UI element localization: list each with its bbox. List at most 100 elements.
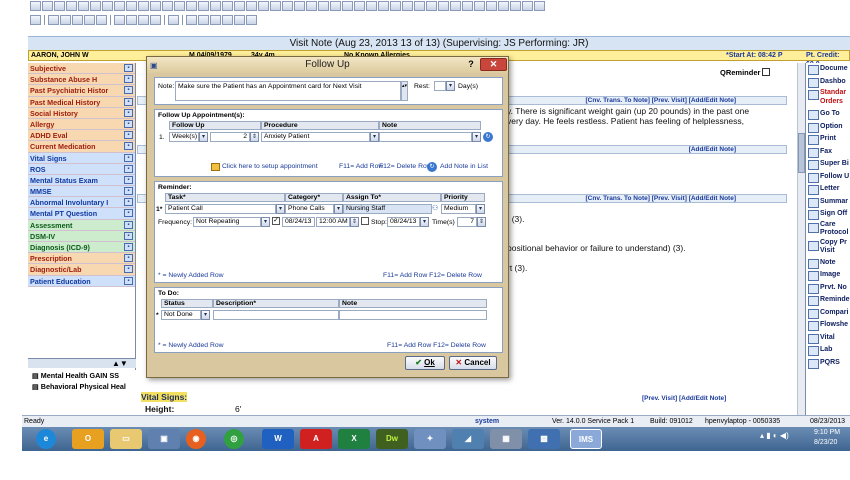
action-pqrs[interactable]: PQRS: [806, 357, 850, 370]
scrollbar-thumb[interactable]: [798, 133, 805, 173]
refresh-icon[interactable]: ↻: [483, 132, 493, 142]
chevron-up-icon[interactable]: ▲▼: [112, 359, 128, 368]
toolbar-icon[interactable]: [234, 1, 245, 11]
sidebar-item-diagnostic-lab[interactable]: Diagnostic/Lab ▪: [28, 264, 135, 276]
toolbar-icon[interactable]: [162, 1, 173, 11]
sidebar-item-patient-education[interactable]: Patient Education ▪: [28, 275, 135, 287]
toolbar-icon[interactable]: [306, 1, 317, 11]
action-lab[interactable]: Lab: [806, 344, 850, 357]
time-spinner[interactable]: ⇕: [350, 217, 359, 227]
calendar-icon[interactable]: [211, 163, 220, 171]
sidebar-item-past-psychiatric[interactable]: Past Psychiatric Histor ▪: [28, 85, 135, 97]
note-textarea[interactable]: Make sure the Patient has an Appointment…: [175, 81, 401, 101]
action-reminder[interactable]: Reminde: [806, 294, 850, 307]
assign-to-input[interactable]: Nursing Staff: [343, 204, 432, 214]
toolbar-icon[interactable]: [174, 1, 185, 11]
toolbar-icon[interactable]: [72, 15, 83, 25]
toolbar-icon[interactable]: [126, 1, 137, 11]
action-vital[interactable]: Vital: [806, 332, 850, 345]
edit-icon[interactable]: ▪: [124, 231, 133, 240]
toolbar-icon[interactable]: [84, 15, 95, 25]
sidebar-item-mental-status[interactable]: Mental Status Exam ▪: [28, 174, 135, 187]
edit-icon[interactable]: ▪: [124, 64, 133, 72]
action-comparison[interactable]: Compari: [806, 307, 850, 320]
sidebar-item-abnormal-involuntary[interactable]: Abnormal Involuntary I ▪: [28, 197, 135, 209]
chevron-down-icon[interactable]: ▾: [476, 204, 485, 214]
todo-row-keys[interactable]: F11= Add Row F12= Delete Row: [387, 342, 486, 349]
sidebar-item-mental-pt-question[interactable]: Mental PT Question ▪: [28, 208, 135, 220]
calculator-icon[interactable]: ▦: [490, 429, 522, 449]
app-icon[interactable]: ▣: [148, 429, 180, 449]
toolbar-icon[interactable]: [426, 1, 437, 11]
reminder-time-input[interactable]: 12:00 AM: [316, 217, 350, 227]
toolbar-icon[interactable]: [330, 1, 341, 11]
word-icon[interactable]: W: [262, 429, 294, 449]
toolbar-icon[interactable]: [222, 15, 233, 25]
edit-icon[interactable]: ▪: [124, 265, 133, 274]
dreamweaver-icon[interactable]: Dw: [376, 429, 408, 449]
tray-icons[interactable]: ▴ ▮ ◐ ◀): [760, 431, 789, 440]
action-go-to[interactable]: Go To: [806, 108, 850, 121]
action-private-note[interactable]: Prvt. No: [806, 282, 850, 295]
toolbar-icon[interactable]: [282, 1, 293, 11]
setup-appointment-link[interactable]: Click here to setup appointment: [222, 163, 318, 170]
edit-icon[interactable]: ▪: [124, 254, 133, 263]
network-icon[interactable]: ▩: [528, 429, 560, 449]
sidebar-item-mmse[interactable]: MMSE ▪: [28, 186, 135, 198]
sidebar-item-dsm-iv[interactable]: DSM-IV ▪: [28, 230, 135, 242]
action-flowsheet[interactable]: Flowshe: [806, 319, 850, 332]
toolbar-icon[interactable]: [438, 1, 449, 11]
toolbar-icon[interactable]: [402, 1, 413, 11]
reminder-date-input[interactable]: 08/24/13: [282, 217, 315, 227]
sidebar-item-subjective[interactable]: Subjective ▪: [28, 63, 135, 75]
category-select[interactable]: Phone Calls: [285, 204, 334, 214]
excel-icon[interactable]: X: [338, 429, 370, 449]
action-summary[interactable]: Summar: [806, 196, 850, 209]
action-copy-prev-visit[interactable]: Copy Pr Visit: [806, 239, 850, 257]
toolbar-icon[interactable]: [102, 1, 113, 11]
edit-icon[interactable]: ▪: [124, 198, 133, 207]
date-checkbox[interactable]: ✓: [272, 217, 280, 225]
toolbar-icon[interactable]: [246, 1, 257, 11]
toolbar-icon[interactable]: [258, 1, 269, 11]
action-letter[interactable]: Letter: [806, 183, 850, 196]
clock-date[interactable]: 8/23/20: [814, 439, 837, 446]
refresh-icon[interactable]: [168, 15, 179, 25]
action-documents[interactable]: Docume: [806, 63, 850, 76]
edit-icon[interactable]: ▪: [124, 209, 133, 218]
chrome-icon[interactable]: ◎: [224, 429, 244, 449]
reminder-row-keys[interactable]: F11= Add Row F12= Delete Row: [383, 272, 482, 279]
edit-icon[interactable]: ▪: [124, 131, 133, 140]
edit-icon[interactable]: ▪: [124, 276, 133, 285]
f12-delete-row[interactable]: F12= Delete Row: [379, 163, 432, 170]
toolbar-icon[interactable]: [90, 1, 101, 11]
explorer-icon[interactable]: ▭: [110, 429, 142, 449]
toolbar-icon[interactable]: [378, 1, 389, 11]
sidebar-item-social-history[interactable]: Social History ▪: [28, 107, 135, 119]
edit-icon[interactable]: ▪: [124, 75, 133, 84]
chevron-down-icon[interactable]: ▾: [370, 132, 379, 142]
toolbar-icon[interactable]: [198, 1, 209, 11]
count-spinner[interactable]: ⇕: [250, 132, 259, 142]
edit-icon[interactable]: ▪: [124, 108, 133, 117]
toolbar-icon[interactable]: [534, 1, 545, 11]
edit-icon[interactable]: ▪: [124, 243, 133, 251]
toolbar-icon[interactable]: [60, 15, 71, 25]
toolbar-icon[interactable]: [342, 1, 353, 11]
toolbar-icon[interactable]: [486, 1, 497, 11]
action-image[interactable]: Image: [806, 269, 850, 282]
toolbar-icon[interactable]: [366, 1, 377, 11]
toolbar-icon[interactable]: [498, 1, 509, 11]
edit-icon[interactable]: ▪: [124, 175, 133, 184]
action-care-protocol[interactable]: Care Protocol: [806, 221, 850, 239]
sidebar-item-substance-abuse[interactable]: Substance Abuse H ▪: [28, 74, 135, 86]
sidebar-item-current-medication[interactable]: Current Medication ▪: [28, 141, 135, 153]
sidebar-item-diagnosis[interactable]: Diagnosis (ICD-9) ▪: [28, 242, 135, 254]
sidebar-item-prescription[interactable]: Prescription ▪: [28, 253, 135, 265]
edit-icon[interactable]: ▪: [124, 119, 133, 128]
add-note-icon[interactable]: ↻: [427, 162, 437, 172]
times-input[interactable]: 7: [457, 217, 477, 227]
toolbar-icon[interactable]: [186, 1, 197, 11]
close-button[interactable]: ✕: [480, 58, 507, 71]
toolbar-icon[interactable]: [48, 15, 59, 25]
